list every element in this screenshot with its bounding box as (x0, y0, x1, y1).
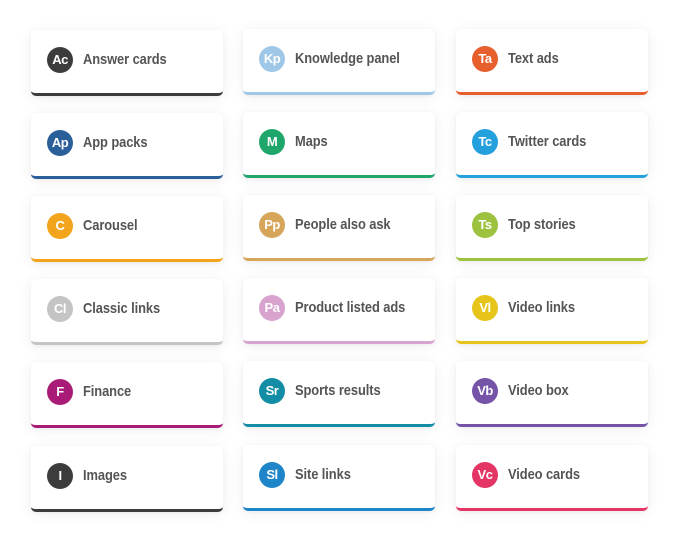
card-sports-results[interactable]: Sr Sports results (243, 361, 435, 427)
card-label: Sports results (295, 382, 381, 399)
card-label: Twitter cards (508, 133, 587, 150)
card-label: Text ads (508, 50, 559, 67)
card-top-stories[interactable]: Ts Top stories (456, 195, 648, 261)
card-label: Product listed ads (295, 299, 406, 316)
images-badge-icon: I (47, 463, 73, 489)
card-label: Classic links (83, 300, 161, 317)
card-label: Top stories (508, 216, 576, 233)
card-people-also-ask[interactable]: Pp People also ask (243, 195, 435, 261)
card-label: Images (83, 467, 127, 484)
answer-cards-badge-icon: Ac (47, 47, 73, 73)
twitter-cards-badge-icon: Tc (472, 129, 498, 155)
card-label: People also ask (295, 216, 391, 233)
video-links-badge-icon: Vl (472, 295, 498, 321)
card-label: Carousel (83, 217, 138, 234)
maps-badge-icon: M (259, 129, 285, 155)
card-text-ads[interactable]: Ta Text ads (456, 29, 648, 95)
card-label: Knowledge panel (295, 50, 400, 67)
card-classic-links[interactable]: Cl Classic links (31, 279, 223, 345)
card-maps[interactable]: M Maps (243, 112, 435, 178)
card-carousel[interactable]: C Carousel (31, 196, 223, 262)
card-images[interactable]: I Images (31, 446, 223, 512)
card-video-box[interactable]: Vb Video box (456, 361, 648, 427)
card-finance[interactable]: F Finance (31, 362, 223, 428)
video-box-badge-icon: Vb (472, 378, 498, 404)
card-label: Maps (295, 133, 328, 150)
carousel-badge-icon: C (47, 213, 73, 239)
card-twitter-cards[interactable]: Tc Twitter cards (456, 112, 648, 178)
top-stories-badge-icon: Ts (472, 212, 498, 238)
site-links-badge-icon: Sl (259, 462, 285, 488)
card-video-cards[interactable]: Vc Video cards (456, 445, 648, 511)
card-label: App packs (83, 134, 148, 151)
finance-badge-icon: F (47, 379, 73, 405)
sports-results-badge-icon: Sr (259, 378, 285, 404)
product-listed-ads-badge-icon: Pa (259, 295, 285, 321)
knowledge-panel-badge-icon: Kp (259, 46, 285, 72)
card-label: Finance (83, 383, 132, 400)
classic-links-badge-icon: Cl (47, 296, 73, 322)
card-knowledge-panel[interactable]: Kp Knowledge panel (243, 29, 435, 95)
people-also-ask-badge-icon: Pp (259, 212, 285, 238)
card-product-listed-ads[interactable]: Pa Product listed ads (243, 278, 435, 344)
card-label: Answer cards (83, 51, 167, 68)
app-packs-badge-icon: Ap (47, 130, 73, 156)
card-label: Video cards (508, 466, 580, 483)
card-label: Site links (295, 466, 351, 483)
card-site-links[interactable]: Sl Site links (243, 445, 435, 511)
text-ads-badge-icon: Ta (472, 46, 498, 72)
video-cards-badge-icon: Vc (472, 462, 498, 488)
card-app-packs[interactable]: Ap App packs (31, 113, 223, 179)
card-label: Video links (508, 299, 575, 316)
card-label: Video box (508, 382, 569, 399)
card-video-links[interactable]: Vl Video links (456, 278, 648, 344)
serp-feature-grid: Ac Answer cards Kp Knowledge panel Ta Te… (0, 0, 680, 540)
card-answer-cards[interactable]: Ac Answer cards (31, 30, 223, 96)
